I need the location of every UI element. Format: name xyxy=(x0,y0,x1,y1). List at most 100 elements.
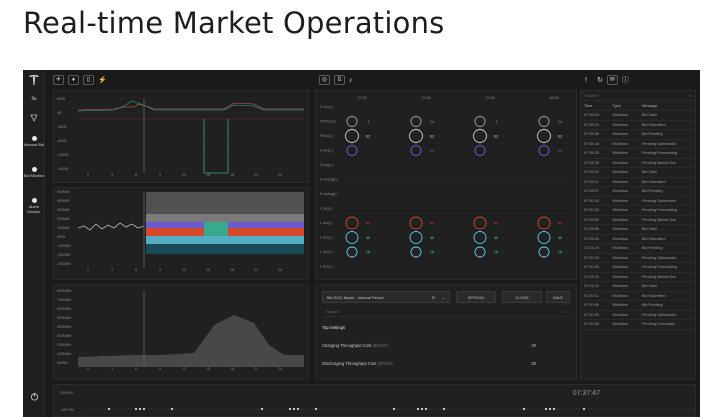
table-cell: 07:20:06 xyxy=(581,300,610,311)
table-row[interactable]: 07:33:07 Workflow Bid Pending xyxy=(581,186,695,197)
save-button[interactable]: SAVE xyxy=(546,291,570,303)
table-cell: Workflow xyxy=(609,224,640,235)
clear-button[interactable]: CLEAR xyxy=(502,291,542,303)
table-row[interactable]: 07:24:20 Workflow Pending Market Dat xyxy=(581,272,695,282)
bid-row-label: L Soc(-) xyxy=(320,265,333,269)
message-button[interactable]: ✉ xyxy=(606,75,618,85)
bid-grid[interactable]: 07:30 07:45 07:45 08:00 S Soc(-) P/Pmax(-) P/S… xyxy=(316,91,576,279)
timeline-event[interactable] xyxy=(420,407,424,411)
timeline-event[interactable] xyxy=(134,407,138,411)
battery-tool-button[interactable]: ▯ xyxy=(83,75,94,85)
scenario-select[interactable]: Bid SOC Name - Normal Period R ⌄ xyxy=(322,291,450,303)
timeline-event[interactable] xyxy=(548,407,552,411)
setting-value[interactable]: 20 xyxy=(531,343,536,348)
bid-cell-value: 62 xyxy=(366,134,370,138)
pin-tool-button[interactable]: ♦ xyxy=(68,75,79,85)
settings-tool-button[interactable]: ◎ xyxy=(319,75,330,85)
bid-cell-value: 30 xyxy=(558,149,562,153)
timeline-event[interactable] xyxy=(392,407,396,411)
table-row[interactable]: 07:20:06 Workflow Bid Pending xyxy=(581,300,695,311)
power-icon[interactable] xyxy=(23,392,45,402)
timeline-event[interactable] xyxy=(138,407,142,411)
timeline-event[interactable] xyxy=(292,407,296,411)
spread-button[interactable]: SPREAD xyxy=(456,291,496,303)
table-row[interactable]: 07:20:26 Workflow Pending Forecastin xyxy=(581,319,695,330)
setting-row[interactable]: Charging Throughput Cost ($/MWh) 20 xyxy=(322,343,554,348)
y-tick-label: 0MW xyxy=(57,235,66,239)
table-row[interactable]: 07:39:38 Workflow Bid Pending xyxy=(581,129,695,140)
band-cyan xyxy=(146,236,304,244)
table-row[interactable]: 07:39:43 Workflow Bid Submitted xyxy=(581,120,695,130)
table-cell: 07:20:26 xyxy=(581,319,610,330)
table-row[interactable]: 07:29:50 Workflow Pending Market Dat xyxy=(581,215,695,225)
timeline-event[interactable] xyxy=(107,407,111,411)
timeline-event[interactable] xyxy=(522,407,526,411)
bid-row-label: E energy(-) xyxy=(320,192,338,196)
timeline-event[interactable] xyxy=(288,407,292,411)
log-search[interactable]: Search ⌕ xyxy=(581,91,695,101)
table-row[interactable]: 07:30:26 Workflow Pending Optimizatio xyxy=(581,196,695,206)
timeline-event[interactable] xyxy=(314,407,318,411)
timeline-event[interactable] xyxy=(424,407,428,411)
bid-tool-button[interactable]: ß xyxy=(334,75,345,85)
nav-item-ffa[interactable]: ffa xyxy=(23,96,45,101)
table-row[interactable]: 07:38:26 Workflow Pending Optimizatio xyxy=(581,139,695,149)
table-row[interactable]: 07:21:22 Workflow Bid Valid xyxy=(581,281,695,292)
nav-item-manual-bid[interactable]: Manual Bid xyxy=(23,136,45,147)
table-row[interactable]: 07:24:29 Workflow Bid Pending xyxy=(581,243,695,254)
x-tick-label: 18 xyxy=(230,268,234,272)
setting-value[interactable]: 20 xyxy=(531,361,536,366)
table-row[interactable]: 07:25:56 Workflow Bid Valid xyxy=(581,224,695,235)
bid-cell-value: 40 xyxy=(558,236,562,240)
table-cell: 07:20:26 xyxy=(581,310,610,320)
table-row[interactable]: 07:25:45 Workflow Bid Submitted xyxy=(581,234,695,244)
left-nav: ffa Manual Bid Bid Monitor Alarm Monitor xyxy=(23,70,45,417)
setting-row[interactable]: Discharging Throughput Cost ($/MWh) 20 xyxy=(322,361,554,366)
energy-chart[interactable]: 800MWh700MWh600MWh500MWh400MWh300MWh200M… xyxy=(54,285,308,379)
table-cell: Workflow xyxy=(609,167,640,178)
timeline-event[interactable] xyxy=(260,407,264,411)
timeline-event[interactable] xyxy=(442,407,446,411)
table-row[interactable]: 07:30:25 Workflow Pending Forecasting xyxy=(581,205,695,216)
filter-icon[interactable] xyxy=(23,114,45,123)
timeline-event[interactable] xyxy=(416,407,420,411)
timeline-event[interactable] xyxy=(142,407,146,411)
alert-icon[interactable]: ! xyxy=(585,77,587,84)
table-row[interactable]: 07:20:25 Workflow Pending Optimizatio xyxy=(581,253,695,263)
timeline-event[interactable] xyxy=(170,407,174,411)
x-tick-label: 15 xyxy=(206,268,210,272)
lightning-icon[interactable]: ⚡ xyxy=(98,76,107,84)
zoom-tool-button[interactable]: ✈ xyxy=(53,75,64,85)
column-header[interactable]: Message xyxy=(639,101,695,111)
table-row[interactable]: 07:39:53 Workflow Bid Valid xyxy=(581,110,695,121)
table-cell: Pending Optimizatio xyxy=(639,310,695,320)
timeline-event[interactable] xyxy=(296,407,300,411)
table-cell: 07:34:39 xyxy=(581,158,610,168)
x-tick-label: 21 xyxy=(254,173,258,177)
table-cell: 07:39:53 xyxy=(581,110,610,121)
column-header[interactable]: Type xyxy=(609,101,640,111)
table-row[interactable]: 07:20:26 Workflow Pending Optimizatio xyxy=(581,310,695,320)
nav-item-alarm-monitor[interactable]: Alarm Monitor xyxy=(23,198,45,214)
table-row[interactable]: 07:20:26 Workflow Pending Forecasting xyxy=(581,262,695,273)
table-row[interactable]: 07:34:39 Workflow Pending Market Dat xyxy=(581,158,695,168)
table-row[interactable]: 07:35:25 Workflow Pending Forecasting xyxy=(581,148,695,159)
timeline-event[interactable] xyxy=(582,407,586,411)
leaf-icon[interactable]: ♪ xyxy=(349,77,353,84)
column-header[interactable]: Time xyxy=(581,101,610,111)
price-chart[interactable]: 800$ 0$ -400$ -800$ -1200$ -1600$ 0 3 6 9 12 15 18 2… xyxy=(54,91,308,182)
table-cell: Pending Market Dat xyxy=(639,215,695,225)
table-row[interactable]: 07:33:11 Workflow Bid Submitted xyxy=(581,177,695,187)
power-chart[interactable]: 500MW 400MW 300MW 200MW 100MW 0MW -100MW -200MW… xyxy=(54,188,308,279)
table-row[interactable]: 07:20:11 Workflow Bid Submitted xyxy=(581,291,695,301)
y-tick-label: -400$ xyxy=(57,125,66,129)
timeline-event[interactable] xyxy=(544,407,548,411)
table-cell: Bid Valid xyxy=(639,110,695,121)
scenario-search[interactable]: Search ⌕ xyxy=(322,307,570,317)
refresh-icon[interactable]: ↻ xyxy=(597,76,603,84)
nav-item-bid-monitor[interactable]: Bid Monitor xyxy=(23,167,45,178)
table-row[interactable]: 07:33:22 Workflow Bid Valid xyxy=(581,167,695,178)
bid-column-header: 08:00 xyxy=(550,96,559,100)
info-icon[interactable]: ⓘ xyxy=(622,75,629,85)
timeline-event[interactable] xyxy=(552,407,556,411)
